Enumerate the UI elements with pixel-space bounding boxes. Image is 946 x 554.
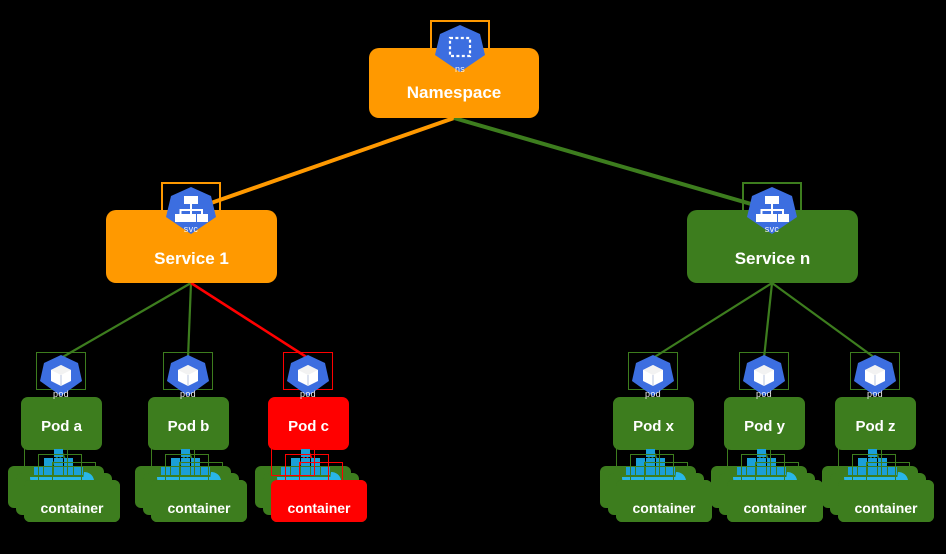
pod-x-label: Pod x (633, 418, 674, 435)
container-b-front[interactable]: container (151, 480, 247, 522)
container-stack-a[interactable]: container (8, 466, 120, 522)
container-c-front[interactable]: container (271, 480, 367, 522)
container-x-label: container (632, 500, 696, 516)
edge-service-1-pod-b (186, 282, 193, 359)
pod-c-node[interactable]: Pod c (268, 397, 349, 450)
container-stack-c[interactable]: container (255, 466, 367, 522)
edge-namespace-service-n (453, 116, 773, 212)
edge-service-1-pod-c (190, 281, 309, 360)
service-n-label: Service n (734, 249, 811, 268)
container-x-front[interactable]: container (616, 480, 712, 522)
pod-z-label: Pod z (855, 418, 896, 435)
container-stack-y[interactable]: container (711, 466, 823, 522)
container-stack-z[interactable]: container (822, 466, 934, 522)
edge-service-n-pod-z (771, 282, 876, 359)
edge-service-n-pod-x (652, 282, 773, 359)
container-stack-b[interactable]: container (135, 466, 247, 522)
pod-y-label: Pod y (744, 418, 785, 435)
container-c-label: container (287, 500, 351, 516)
service-1-label: Service 1 (154, 249, 229, 268)
pod-a-label: Pod a (41, 418, 82, 435)
namespace-node[interactable]: Namespace (369, 48, 539, 118)
pod-z-node[interactable]: Pod z (835, 397, 916, 450)
container-y-front[interactable]: container (727, 480, 823, 522)
diagram-canvas: Namespace ns Service 1 svc Service n svc… (0, 0, 946, 554)
service-n-node[interactable]: Service n (687, 210, 858, 283)
pod-c-label: Pod c (288, 418, 329, 435)
container-a-front[interactable]: container (24, 480, 120, 522)
edge-service-n-pod-y (762, 282, 774, 359)
pod-b-label: Pod b (167, 418, 210, 435)
pod-y-node[interactable]: Pod y (724, 397, 805, 450)
service-1-node[interactable]: Service 1 (106, 210, 277, 283)
container-z-front[interactable]: container (838, 480, 934, 522)
container-b-label: container (167, 500, 231, 516)
pod-b-node[interactable]: Pod b (148, 397, 229, 450)
container-a-label: container (40, 500, 104, 516)
container-z-label: container (854, 500, 918, 516)
edge-namespace-service-1 (190, 116, 455, 212)
container-stack-x[interactable]: container (600, 466, 712, 522)
edge-service-1-pod-a (60, 282, 192, 359)
namespace-label: Namespace (406, 83, 502, 102)
container-y-label: container (743, 500, 807, 516)
pod-x-node[interactable]: Pod x (613, 397, 694, 450)
pod-a-node[interactable]: Pod a (21, 397, 102, 450)
